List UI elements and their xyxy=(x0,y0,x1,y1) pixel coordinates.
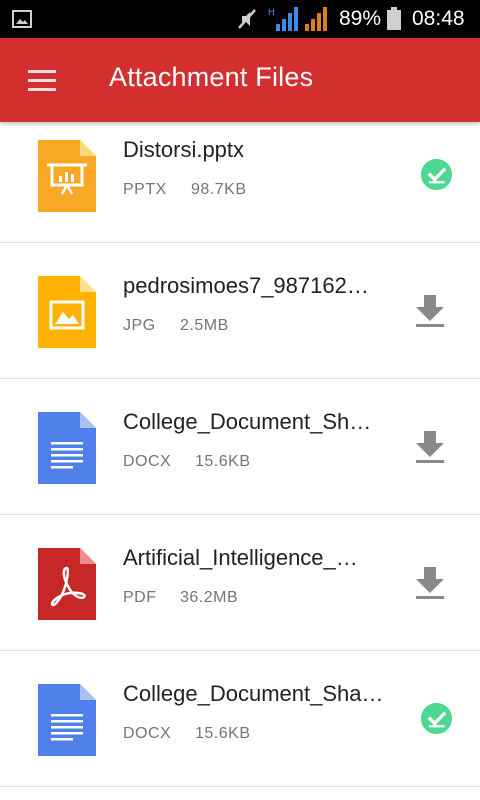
signal-strength-icon: H xyxy=(268,7,298,31)
attachment-file-list: Distorsi.pptx PPTX 98.7KB pedrosimoes7_9… xyxy=(0,107,480,800)
document-file-icon xyxy=(38,412,96,484)
signal-strength-2-icon xyxy=(305,7,327,31)
hamburger-menu-icon[interactable] xyxy=(20,62,64,98)
list-item[interactable]: College_Document_Shar… DOCX 15.6KB xyxy=(0,651,480,787)
battery-percent: 89% xyxy=(339,7,382,30)
downloaded-check-icon[interactable] xyxy=(420,702,453,735)
file-size: 36.2MB xyxy=(180,589,239,606)
download-icon[interactable] xyxy=(412,429,448,465)
file-name: Artificial_Intelligence_… xyxy=(123,545,358,570)
file-size: 15.6KB xyxy=(195,725,251,742)
list-item[interactable]: pedrosimoes7_987162… JPG 2.5MB xyxy=(0,243,480,379)
list-item[interactable]: Distorsi.pptx PPTX 98.7KB xyxy=(0,107,480,243)
pdf-file-icon xyxy=(38,548,96,620)
network-type-label: H xyxy=(268,8,275,18)
file-type: DOCX xyxy=(123,725,172,742)
battery-icon xyxy=(387,7,401,30)
file-name: pedrosimoes7_987162… xyxy=(123,273,369,298)
file-size: 2.5MB xyxy=(180,317,229,334)
file-size: 98.7KB xyxy=(191,181,247,198)
downloaded-check-icon[interactable] xyxy=(420,158,453,191)
file-type: DOCX xyxy=(123,453,172,470)
file-size: 15.6KB xyxy=(195,453,251,470)
mute-icon xyxy=(238,9,256,29)
document-file-icon xyxy=(38,684,96,756)
file-type: PPTX xyxy=(123,181,167,198)
file-type: JPG xyxy=(123,317,156,334)
list-item[interactable]: College_Document_Sh… DOCX 15.6KB xyxy=(0,379,480,515)
download-icon[interactable] xyxy=(412,293,448,329)
image-file-icon xyxy=(38,276,96,348)
file-type: PDF xyxy=(123,589,157,606)
presentation-file-icon xyxy=(38,140,96,212)
status-time: 08:48 xyxy=(412,7,465,30)
page-title: Attachment Files xyxy=(109,62,314,92)
file-name: College_Document_Shar… xyxy=(123,681,389,706)
file-name: Distorsi.pptx xyxy=(123,137,245,162)
status-bar: H 89% 08:48 xyxy=(0,0,480,38)
gallery-notification-icon xyxy=(12,10,32,28)
file-name: College_Document_Sh… xyxy=(123,409,372,434)
download-icon[interactable] xyxy=(412,565,448,601)
list-item[interactable]: Artificial_Intelligence_… PDF 36.2MB xyxy=(0,515,480,651)
